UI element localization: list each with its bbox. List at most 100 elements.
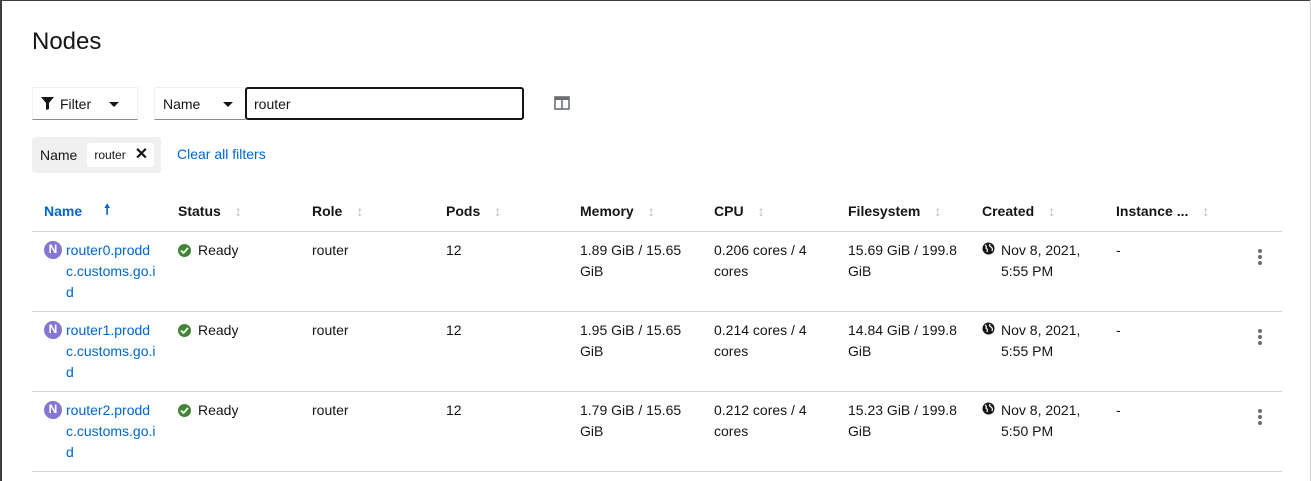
filter-dropdown-button[interactable]: Filter — [32, 87, 138, 120]
column-header-pods[interactable]: Pods ↕ — [434, 192, 568, 232]
close-icon[interactable]: ✕ — [135, 147, 148, 163]
check-circle-icon — [178, 243, 191, 257]
column-header-instance[interactable]: Instance ... ↕ — [1104, 192, 1238, 232]
sort-ascending-icon: 🠕 — [104, 201, 111, 218]
filter-chip-group: Name router ✕ — [32, 137, 161, 173]
node-resource-badge: N — [44, 240, 62, 259]
cell-actions — [1238, 391, 1282, 472]
node-resource-badge: N — [44, 320, 62, 339]
sort-icon: ↕ — [647, 203, 655, 220]
node-name-link[interactable]: router2.proddc.customs.go.id — [66, 400, 156, 463]
window-left-border — [0, 0, 2, 481]
cell-status: Ready — [166, 391, 300, 472]
cell-instance: - — [1104, 391, 1238, 472]
column-header-label: Pods — [446, 203, 481, 220]
cell-memory: 1.79 GiB / 15.65 GiB — [568, 391, 702, 472]
cell-status: Ready — [166, 311, 300, 392]
filter-icon — [41, 97, 54, 110]
cell-cpu: 0.212 cores / 4 cores — [702, 391, 836, 472]
cell-cpu: 0.206 cores / 4 cores — [702, 231, 836, 312]
column-header-cpu[interactable]: CPU ↕ — [702, 192, 836, 232]
created-timestamp: Nov 8, 2021, 5:55 PM — [1001, 321, 1081, 359]
cell-instance: - — [1104, 231, 1238, 312]
kebab-menu-icon[interactable] — [1250, 242, 1270, 272]
column-header-created[interactable]: Created ↕ — [970, 192, 1104, 232]
table-header-row: Name 🠕 Status ↕ Role ↕ Pods ↕ Memory ↕ CPU ↕ F… — [32, 192, 1282, 232]
cell-actions — [1238, 311, 1282, 392]
clear-all-filters-link[interactable]: Clear all filters — [177, 146, 266, 162]
sort-icon: ↕ — [757, 203, 765, 220]
table-row: Nrouter2.proddc.customs.go.id Ready rout… — [32, 391, 1282, 472]
cell-name: Nrouter2.proddc.customs.go.id — [32, 391, 166, 472]
cell-pods: 12 — [434, 231, 568, 312]
cell-pods: 12 — [434, 391, 568, 472]
cell-pods: 12 — [434, 311, 568, 392]
sort-icon: ↕ — [934, 203, 942, 220]
cell-created: Nov 8, 2021, 5:50 PM — [970, 391, 1104, 472]
column-header-label: Created — [982, 203, 1035, 220]
sort-icon: ↕ — [1202, 203, 1210, 220]
sort-icon: ↕ — [234, 203, 242, 220]
filter-chip-value: router — [94, 148, 126, 162]
status-text: Ready — [198, 401, 239, 418]
check-circle-icon — [178, 323, 191, 337]
filter-attribute-label: Name — [163, 95, 201, 112]
table-row: Nrouter0.proddc.customs.go.id Ready rout… — [32, 231, 1282, 312]
globe-icon — [982, 402, 995, 414]
kebab-menu-icon[interactable] — [1250, 402, 1270, 432]
window-top-border — [0, 0, 1311, 1]
cell-memory: 1.89 GiB / 15.65 GiB — [568, 231, 702, 312]
column-header-label: Status — [178, 203, 221, 220]
cell-role: router — [300, 311, 434, 392]
status-text: Ready — [198, 241, 239, 258]
cell-actions — [1238, 231, 1282, 312]
sort-icon: ↕ — [494, 203, 502, 220]
caret-down-icon — [223, 102, 233, 107]
cell-created: Nov 8, 2021, 5:55 PM — [970, 311, 1104, 392]
caret-down-icon — [109, 102, 119, 107]
manage-columns-icon[interactable] — [554, 96, 570, 110]
filter-dropdown-label: Filter — [60, 95, 92, 112]
filter-chip: router ✕ — [87, 143, 155, 167]
cell-memory: 1.95 GiB / 15.65 GiB — [568, 311, 702, 392]
cell-name: Nrouter1.proddc.customs.go.id — [32, 311, 166, 392]
sort-icon: ↕ — [356, 203, 364, 220]
node-name-link[interactable]: router0.proddc.customs.go.id — [66, 240, 156, 303]
cell-created: Nov 8, 2021, 5:55 PM — [970, 231, 1104, 312]
column-header-status[interactable]: Status ↕ — [166, 192, 300, 232]
globe-icon — [982, 322, 995, 334]
created-timestamp: Nov 8, 2021, 5:55 PM — [1001, 241, 1081, 279]
nodes-table: Name 🠕 Status ↕ Role ↕ Pods ↕ Memory ↕ CPU ↕ F… — [32, 192, 1282, 472]
chip-group-category: Name — [40, 147, 78, 163]
cell-filesystem: 15.23 GiB / 199.8 GiB — [836, 391, 970, 472]
node-name-link[interactable]: router1.proddc.customs.go.id — [66, 320, 156, 383]
kebab-menu-icon[interactable] — [1250, 322, 1270, 352]
cell-instance: - — [1104, 311, 1238, 392]
node-resource-badge: N — [44, 400, 62, 419]
column-header-label: Memory — [580, 203, 634, 220]
column-header-label: Name — [44, 203, 83, 220]
column-header-role[interactable]: Role ↕ — [300, 192, 434, 232]
cell-filesystem: 14.84 GiB / 199.8 GiB — [836, 311, 970, 392]
check-circle-icon — [178, 403, 191, 417]
column-header-memory[interactable]: Memory ↕ — [568, 192, 702, 232]
sort-icon: ↕ — [1048, 203, 1056, 220]
column-header-filesystem[interactable]: Filesystem ↕ — [836, 192, 970, 232]
filter-attribute-select[interactable]: Name — [154, 87, 246, 120]
column-header-actions — [1238, 192, 1282, 232]
page-title: Nodes — [32, 28, 102, 55]
column-header-label: Instance ... — [1116, 203, 1189, 220]
created-timestamp: Nov 8, 2021, 5:50 PM — [1001, 401, 1081, 439]
cell-role: router — [300, 391, 434, 472]
globe-icon — [982, 242, 995, 254]
column-header-name[interactable]: Name 🠕 — [32, 192, 166, 232]
cell-role: router — [300, 231, 434, 312]
column-header-label: Role — [312, 203, 343, 220]
cell-name: Nrouter0.proddc.customs.go.id — [32, 231, 166, 312]
cell-cpu: 0.214 cores / 4 cores — [702, 311, 836, 392]
column-header-label: Filesystem — [848, 203, 921, 220]
cell-filesystem: 15.69 GiB / 199.8 GiB — [836, 231, 970, 312]
column-header-label: CPU — [714, 203, 744, 220]
status-text: Ready — [198, 321, 239, 338]
name-search-input[interactable] — [245, 87, 524, 120]
